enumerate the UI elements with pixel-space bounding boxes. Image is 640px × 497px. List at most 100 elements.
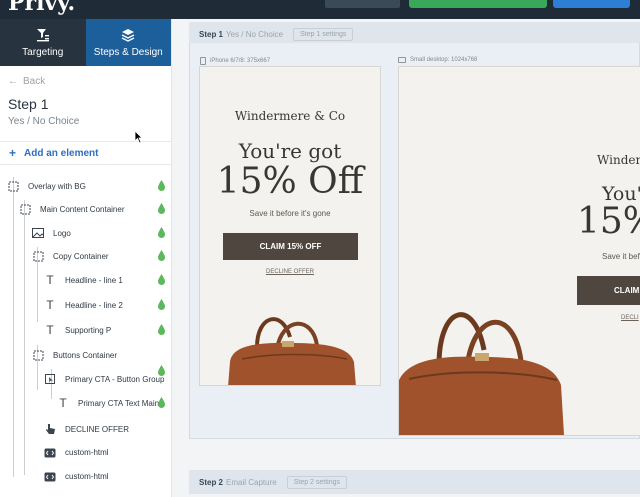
droplet-icon[interactable] bbox=[157, 274, 166, 285]
layer-label: Primary CTA Text Main bbox=[78, 398, 160, 408]
droplet-icon[interactable] bbox=[157, 299, 166, 310]
layer-label: Main Content Container bbox=[40, 204, 125, 214]
arrow-left-icon: ← bbox=[8, 76, 18, 87]
design-canvas: Step 1 Yes / No Choice Step 1 settings i… bbox=[172, 19, 640, 497]
layer-decline-offer[interactable]: DECLINE OFFER bbox=[0, 419, 171, 439]
step1-name: Yes / No Choice bbox=[226, 29, 284, 39]
device-label-text: iPhone 6/7/8: 375x667 bbox=[210, 58, 271, 64]
step1-stage: iPhone 6/7/8: 375x667 Small desktop: 102… bbox=[189, 43, 640, 439]
leather-bag-image bbox=[228, 317, 356, 385]
desktop-popup-headline-2: 15% bbox=[577, 201, 640, 242]
monitor-icon bbox=[398, 57, 406, 63]
app-logo: Privy. bbox=[8, 0, 76, 16]
mouse-cursor-icon bbox=[134, 130, 143, 144]
container-icon bbox=[7, 180, 19, 192]
droplet-icon[interactable] bbox=[157, 250, 166, 261]
layers-icon bbox=[121, 28, 135, 42]
layer-custom-html-1[interactable]: custom-html bbox=[0, 442, 171, 462]
droplet-icon[interactable] bbox=[157, 203, 166, 214]
layer-label: custom-html bbox=[65, 447, 109, 457]
tab-steps-design[interactable]: Steps & Design bbox=[85, 19, 171, 66]
tab-targeting[interactable]: Targeting bbox=[0, 19, 86, 66]
container-icon bbox=[32, 250, 44, 262]
layer-label: custom-html bbox=[65, 471, 109, 481]
desktop-leather-bag-image bbox=[399, 312, 564, 435]
droplet-icon[interactable] bbox=[157, 397, 166, 408]
add-element-label: Add an element bbox=[24, 147, 99, 159]
desktop-claim-button[interactable]: CLAIM bbox=[577, 276, 640, 305]
layer-label: Headline - line 1 bbox=[65, 275, 123, 285]
add-element-button[interactable]: + Add an element bbox=[0, 142, 171, 164]
desktop-popup-brand: Winderm bbox=[597, 153, 640, 167]
mobile-device-label: iPhone 6/7/8: 375x667 bbox=[200, 57, 270, 65]
text-icon: T bbox=[46, 323, 54, 337]
text-icon: T bbox=[59, 396, 67, 410]
top-green-button[interactable] bbox=[409, 0, 547, 8]
desktop-preview[interactable]: Winderm You'r 15% Save it bef CLAIM DECL… bbox=[398, 66, 640, 436]
sidebar-tabs: Targeting Steps & Design bbox=[0, 19, 171, 66]
top-input[interactable] bbox=[325, 0, 400, 8]
popup-headline-1: You're got bbox=[238, 139, 342, 163]
editor-sidebar: Targeting Steps & Design ← Back Step 1 Y… bbox=[0, 19, 172, 497]
phone-icon bbox=[200, 57, 206, 65]
step2-settings-button[interactable]: Step 2 settings bbox=[286, 475, 348, 489]
layer-label: Overlay with BG bbox=[28, 181, 86, 191]
mobile-preview[interactable]: Windermere & Co You're got 15% Off Save … bbox=[199, 66, 381, 386]
container-icon bbox=[32, 349, 44, 361]
step2-header[interactable]: Step 2 Email Capture Step 2 settings bbox=[189, 470, 640, 494]
layer-label: Logo bbox=[53, 228, 71, 238]
layer-primary-cta-text[interactable]: T Primary CTA Text Main bbox=[0, 393, 171, 413]
top-blue-button[interactable] bbox=[553, 0, 630, 8]
back-link[interactable]: ← Back bbox=[0, 66, 171, 90]
droplet-icon[interactable] bbox=[157, 365, 166, 376]
desktop-device-label: Small desktop: 1024x768 bbox=[398, 57, 477, 63]
layer-overlay-bg[interactable]: Overlay with BG bbox=[0, 176, 171, 196]
step-subtitle: Yes / No Choice bbox=[8, 116, 80, 127]
app-top-bar: Privy. bbox=[0, 0, 640, 19]
popup-support: Save it before it's gone bbox=[249, 209, 331, 218]
tab-label: Steps & Design bbox=[93, 46, 163, 58]
layer-label: Primary CTA - Button Group bbox=[65, 374, 165, 384]
step1-settings-button[interactable]: Step 1 settings bbox=[293, 27, 354, 41]
desktop-decline-link[interactable]: DECLI bbox=[621, 315, 639, 321]
layer-custom-html-2[interactable]: custom-html bbox=[0, 466, 171, 486]
step2-number: Step 2 bbox=[199, 477, 224, 487]
layer-supporting-p[interactable]: T Supporting P bbox=[0, 320, 171, 340]
image-icon bbox=[32, 227, 44, 239]
device-label-text: Small desktop: 1024x768 bbox=[410, 57, 478, 63]
targeting-icon bbox=[36, 28, 49, 41]
divider bbox=[0, 164, 171, 165]
decline-offer-link[interactable]: DECLINE OFFER bbox=[200, 269, 380, 275]
layer-copy-container[interactable]: Copy Container bbox=[0, 246, 171, 266]
layer-main-content[interactable]: Main Content Container bbox=[0, 199, 171, 219]
layer-logo[interactable]: Logo bbox=[0, 223, 171, 243]
claim-offer-button[interactable]: CLAIM 15% OFF bbox=[223, 233, 358, 260]
layer-label: Copy Container bbox=[53, 251, 109, 261]
layer-label: DECLINE OFFER bbox=[65, 424, 130, 434]
layer-headline-1[interactable]: T Headline - line 1 bbox=[0, 270, 171, 290]
popup-headline-2: 15% Off bbox=[216, 161, 364, 202]
desktop-popup-support: Save it bef bbox=[602, 252, 640, 261]
layer-buttons-container[interactable]: Buttons Container bbox=[0, 345, 171, 365]
layer-label: Buttons Container bbox=[53, 350, 118, 360]
back-label: Back bbox=[23, 76, 46, 87]
html-icon bbox=[44, 470, 56, 482]
text-icon: T bbox=[46, 298, 54, 312]
tab-label: Targeting bbox=[22, 46, 64, 58]
layer-headline-2[interactable]: T Headline - line 2 bbox=[0, 295, 171, 315]
droplet-icon[interactable] bbox=[157, 227, 166, 238]
pointer-icon bbox=[44, 423, 56, 435]
container-icon bbox=[19, 203, 31, 215]
layer-label: Headline - line 2 bbox=[65, 300, 123, 310]
step1-number: Step 1 bbox=[199, 29, 224, 39]
droplet-icon[interactable] bbox=[157, 180, 166, 191]
html-icon bbox=[44, 446, 56, 458]
plus-icon: + bbox=[9, 146, 17, 160]
droplet-icon[interactable] bbox=[157, 324, 166, 335]
button-icon bbox=[44, 373, 56, 385]
popup-brand: Windermere & Co bbox=[234, 109, 346, 123]
layer-primary-cta-group[interactable]: Primary CTA - Button Group bbox=[0, 365, 171, 389]
text-icon: T bbox=[46, 273, 54, 287]
layer-label: Supporting P bbox=[65, 325, 112, 335]
step2-name: Email Capture bbox=[226, 477, 277, 487]
